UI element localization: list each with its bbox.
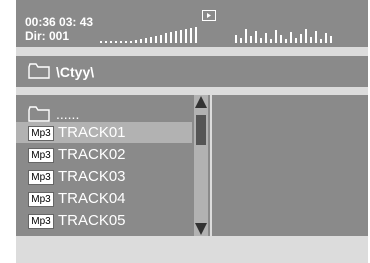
scrollbar[interactable] (194, 95, 208, 236)
scroll-up-arrow-icon[interactable] (194, 95, 208, 109)
track-name: TRACK02 (58, 146, 126, 163)
status-bar: 00:36 03: 43 Dir: 001 (16, 0, 368, 47)
current-path: \Ctyy\ (56, 64, 95, 80)
parent-folder-label: ...... (56, 106, 80, 122)
scroll-down-arrow-icon[interactable] (194, 222, 208, 236)
track-name: TRACK01 (58, 124, 126, 141)
level-meter-left (100, 27, 197, 43)
directory-number: Dir: 001 (25, 29, 70, 43)
mp3-icon: Mp3 (28, 192, 54, 207)
list-item[interactable]: Mp3 TRACK01 (16, 122, 192, 143)
list-item[interactable]: Mp3 TRACK03 (16, 166, 192, 187)
mp3-icon: Mp3 (28, 126, 54, 141)
mp3-icon: Mp3 (28, 170, 54, 185)
folder-icon (28, 106, 50, 122)
file-browser: ...... Mp3 TRACK01 Mp3 TRACK02 Mp3 TRACK… (16, 95, 368, 236)
parent-folder-row[interactable]: ...... (16, 99, 192, 122)
file-list: ...... Mp3 TRACK01 Mp3 TRACK02 Mp3 TRACK… (16, 95, 192, 236)
track-name: TRACK03 (58, 168, 126, 185)
playback-time: 00:36 03: 43 (25, 15, 94, 29)
play-icon (202, 10, 216, 21)
list-item[interactable]: Mp3 TRACK05 (16, 210, 192, 231)
list-item[interactable]: Mp3 TRACK02 (16, 144, 192, 165)
preview-panel (212, 95, 368, 236)
scroll-thumb[interactable] (196, 115, 206, 145)
folder-icon (28, 63, 50, 79)
track-name: TRACK05 (58, 212, 126, 229)
player-screen: 00:36 03: 43 Dir: 001 \Ctyy\ ...... Mp3 … (16, 0, 368, 263)
level-meter-right (235, 29, 332, 43)
mp3-icon: Mp3 (28, 148, 54, 163)
list-item[interactable]: Mp3 TRACK04 (16, 188, 192, 209)
track-name: TRACK04 (58, 190, 126, 207)
mp3-icon: Mp3 (28, 214, 54, 229)
